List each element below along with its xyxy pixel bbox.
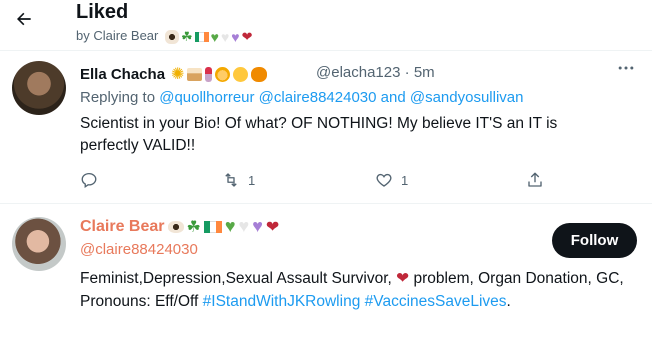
person-emoji-icon <box>215 66 231 82</box>
green-heart-icon: ♥ <box>224 216 236 236</box>
sunflower-emoji-icon: ✺ <box>171 66 185 83</box>
hashtag-link[interactable]: #IStandWithJKRowling <box>203 293 361 310</box>
heart-icon <box>376 173 392 187</box>
mention-link[interactable]: @sandyosullivan <box>410 89 524 106</box>
more-dots-icon <box>618 66 634 70</box>
author-emoji-row: ✺ <box>171 64 268 84</box>
mention-link[interactable]: @quollhorreur <box>159 89 254 106</box>
white-heart-icon: ♥ <box>238 216 250 236</box>
green-heart-icon: ♥ <box>210 28 219 45</box>
ireland-flag-icon <box>203 220 222 233</box>
avatar[interactable] <box>12 217 66 271</box>
back-arrow-icon <box>17 12 31 26</box>
page-subtitle: by Claire Bear ☘ ♥ ♥ ♥ ❤ <box>76 28 253 45</box>
share-button[interactable] <box>526 170 544 190</box>
retweet-button[interactable]: 1 <box>222 170 255 190</box>
profile-emoji-row: ☘ ♥ ♥ ♥ ❤ <box>167 216 280 237</box>
tweet-meta: @elacha123 · 5m <box>316 64 435 81</box>
back-button[interactable] <box>10 8 38 30</box>
ireland-flag-icon <box>194 31 209 42</box>
more-button[interactable] <box>614 58 638 82</box>
tweet-text: Scientist in your Bio! Of what? OF NOTHI… <box>80 115 558 154</box>
tweet-author[interactable]: Ella Chacha ✺ <box>80 64 268 84</box>
page-title: Liked <box>76 1 129 23</box>
hashtag-link[interactable]: #VaccinesSaveLives <box>365 293 507 310</box>
retweet-count: 1 <box>248 172 256 188</box>
bio-end: . <box>506 293 511 310</box>
lipstick-emoji-icon <box>205 66 213 82</box>
shamrock-emoji-icon: ☘ <box>186 218 201 236</box>
wink-emoji-icon <box>233 66 249 82</box>
follow-button[interactable]: Follow <box>552 223 637 258</box>
tweet-handle[interactable]: @elacha123 <box>316 64 400 81</box>
reply-icon <box>81 172 97 189</box>
profile-name-text: Claire Bear <box>80 217 165 235</box>
purple-heart-icon: ♥ <box>252 216 263 236</box>
and-word: and <box>380 89 406 106</box>
eye-emoji-icon <box>165 29 179 44</box>
eye-emoji-icon <box>167 220 184 233</box>
tweet-author-name: Ella Chacha <box>80 65 166 83</box>
anatomical-heart-icon: ❤ <box>396 270 410 287</box>
purple-heart-icon: ♥ <box>231 28 240 45</box>
subtitle-text: by Claire Bear <box>76 28 159 43</box>
like-button[interactable]: 1 <box>375 170 408 190</box>
avatar[interactable] <box>12 61 66 115</box>
profile-handle[interactable]: @claire88424030 <box>80 241 198 258</box>
meta-separator: · <box>404 64 410 81</box>
share-icon <box>528 172 542 187</box>
anatomical-heart-icon: ❤ <box>265 218 280 236</box>
shamrock-emoji-icon: ☘ <box>181 28 193 44</box>
reply-button[interactable] <box>80 170 98 190</box>
mention-link[interactable]: @claire88424030 <box>259 89 377 106</box>
tweet-time[interactable]: 5m <box>414 64 435 81</box>
profile-name[interactable]: Claire Bear ☘ ♥ ♥ ♥ ❤ <box>80 216 279 237</box>
anatomical-heart-icon: ❤ <box>241 28 253 44</box>
replying-to: Replying to @quollhorreur @claire8842403… <box>80 89 523 106</box>
pumpkin-emoji-icon <box>251 66 268 82</box>
subtitle-emoji-row: ☘ ♥ ♥ ♥ ❤ <box>165 29 253 45</box>
like-count: 1 <box>401 172 409 188</box>
cake-emoji-icon <box>187 67 203 81</box>
bio-text: Feminist,Depression,Sexual Assault Survi… <box>80 270 392 287</box>
retweet-icon <box>225 173 237 187</box>
replying-prefix: Replying to <box>80 89 156 106</box>
white-heart-icon: ♥ <box>220 28 230 45</box>
tweet-divider <box>0 203 652 204</box>
profile-bio: Feminist,Depression,Sexual Assault Survi… <box>80 267 640 313</box>
header-divider <box>0 50 652 51</box>
